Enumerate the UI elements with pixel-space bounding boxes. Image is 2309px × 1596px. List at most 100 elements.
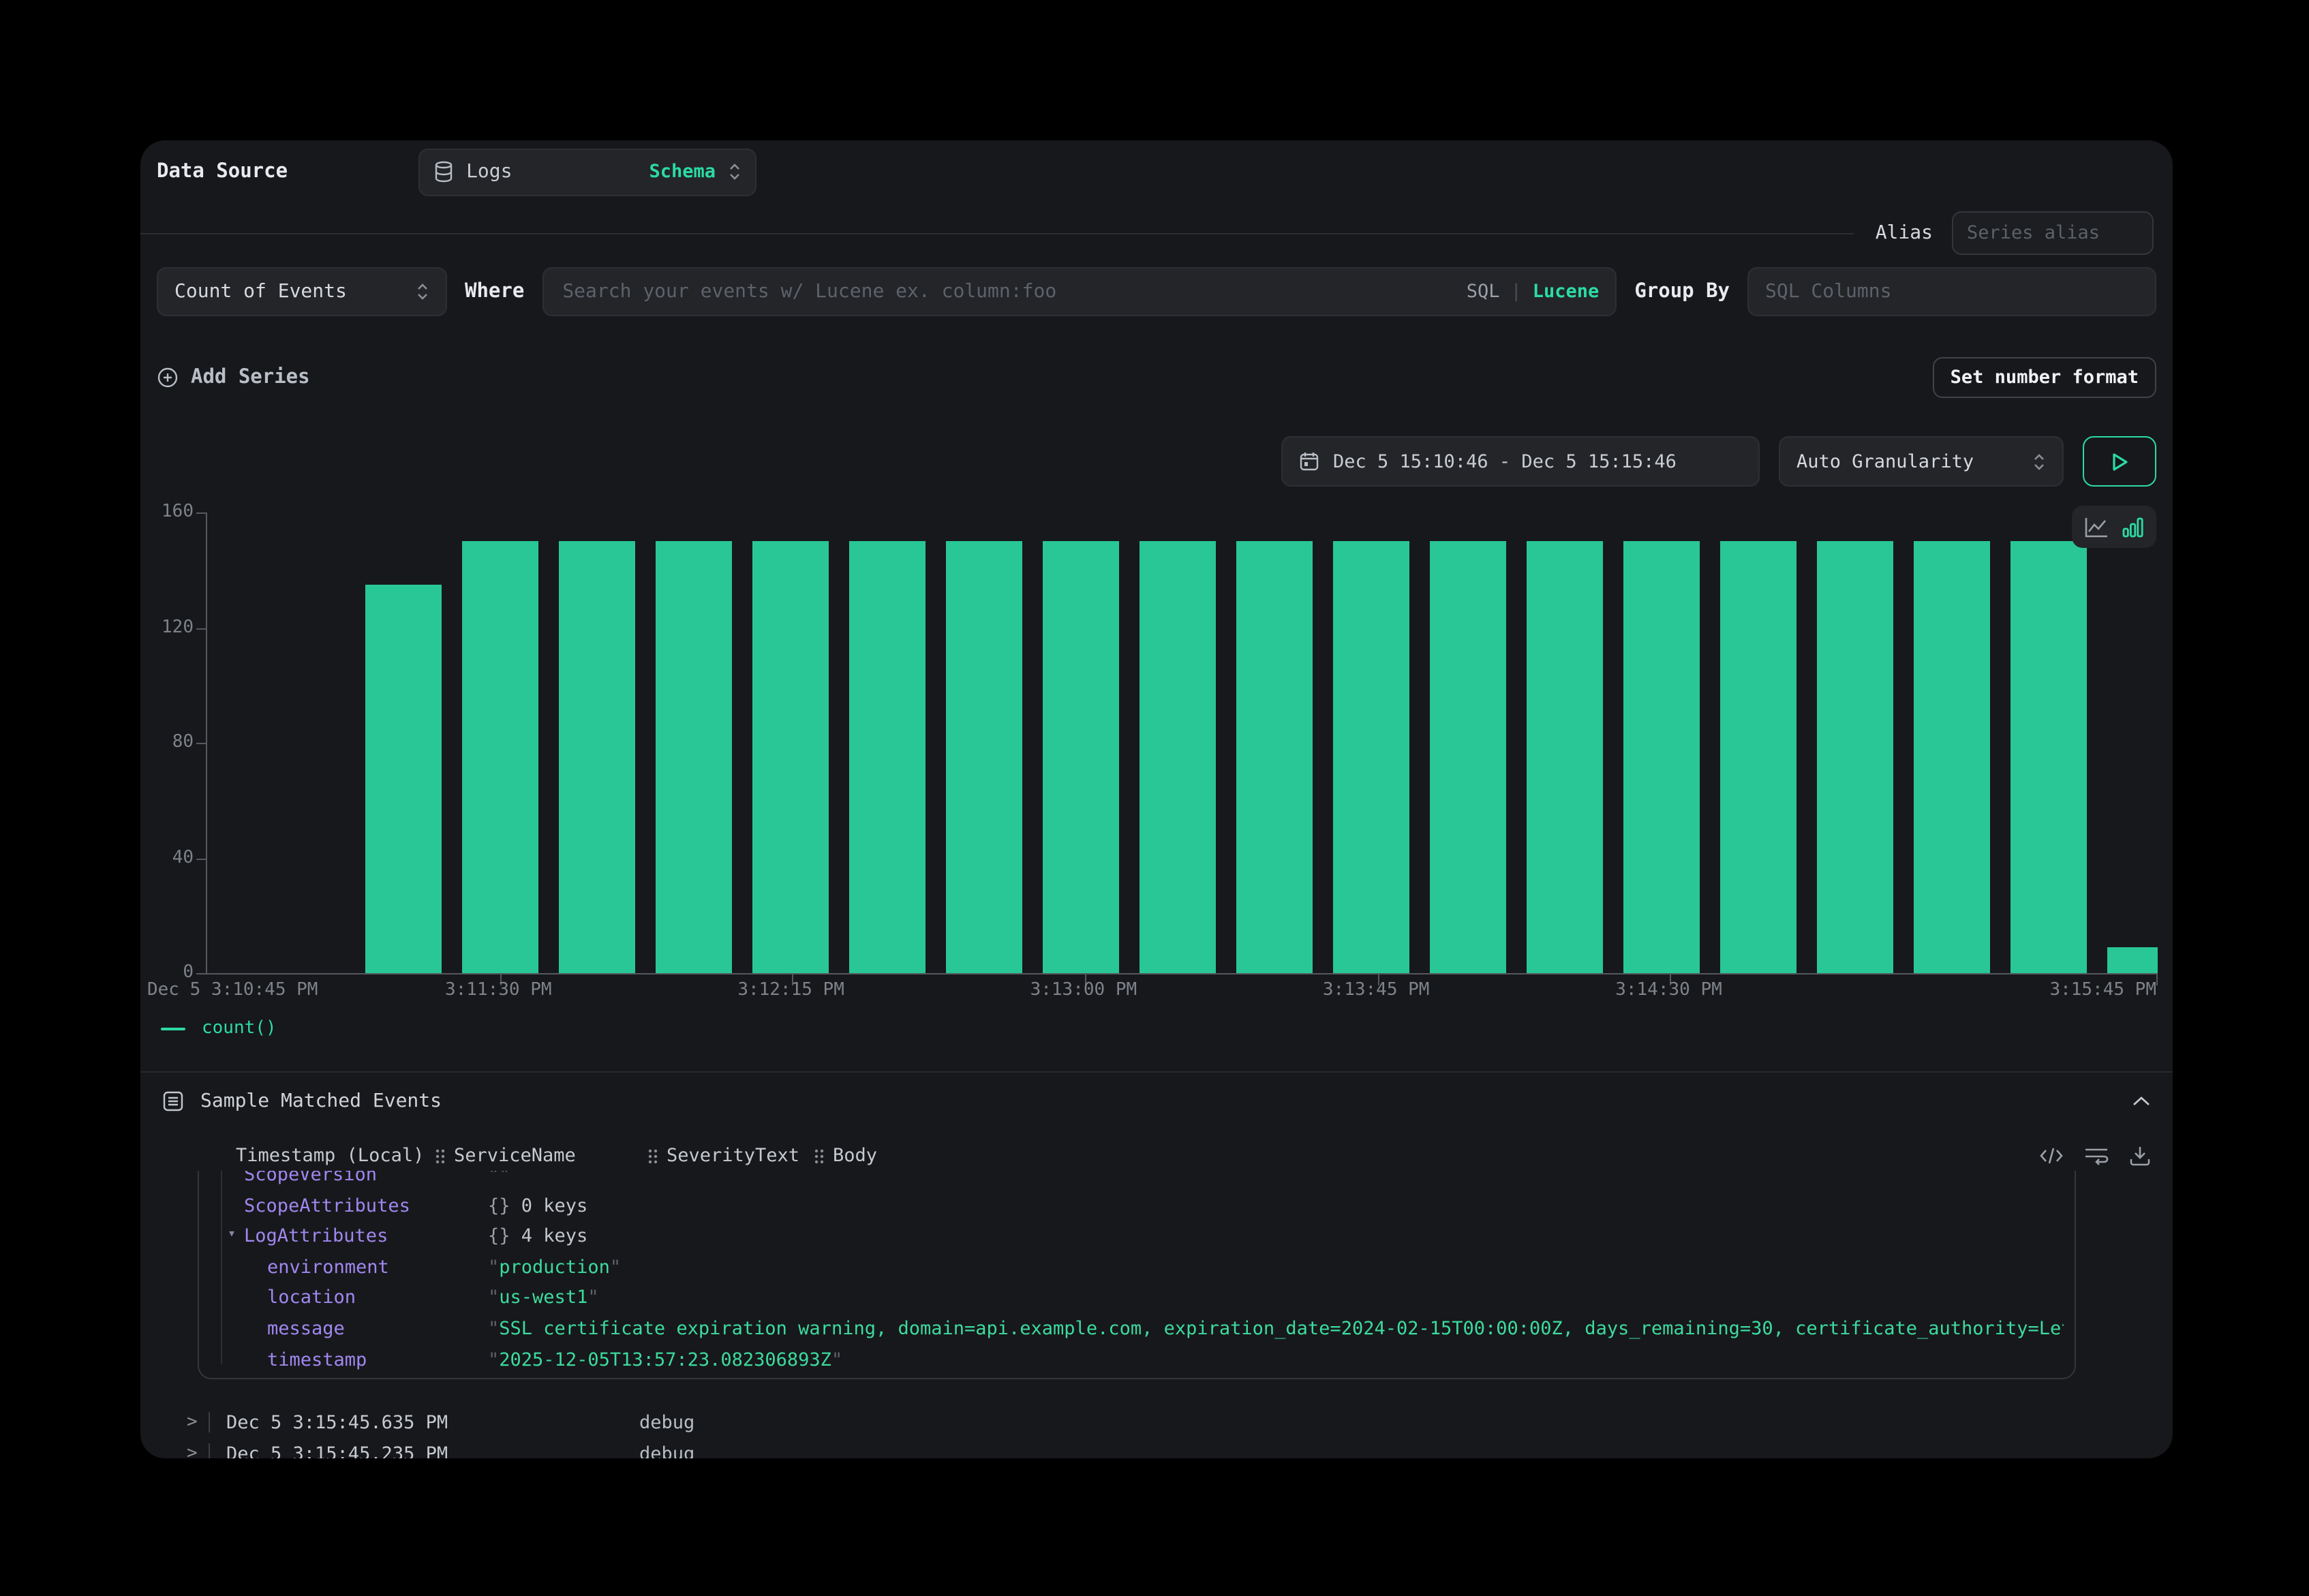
log-attribute-row[interactable]: ScopeAttributes{} 0 keys [199, 1191, 2075, 1221]
run-query-button[interactable] [2083, 436, 2156, 487]
chevron-updown-icon [416, 282, 429, 301]
chart-bar [1527, 541, 1603, 973]
y-axis-tick-label: 80 [142, 732, 194, 752]
sql-language-toggle[interactable]: SQL [1467, 281, 1500, 303]
attribute-key: timestamp [267, 1349, 367, 1370]
chart-bar [1140, 541, 1216, 973]
event-row[interactable]: >Dec 5 3:15:45.635 PMdebug [187, 1407, 2151, 1438]
y-axis-tick-label: 160 [142, 502, 194, 522]
attribute-value: 2025-12-05T13:57:23.082306893Z [488, 1349, 2064, 1370]
log-attribute-row[interactable]: ▾LogAttributes{} 4 keys [199, 1221, 2075, 1252]
language-toggle-separator: | [1510, 281, 1521, 303]
drag-handle-icon[interactable] [814, 1147, 825, 1165]
bar-chart: 04080120160 [206, 512, 2158, 975]
where-label: Where [465, 281, 524, 303]
column-header-timestamp[interactable]: Timestamp (Local) [236, 1145, 435, 1167]
search-input-wrap: SQL | Lucene [542, 267, 1617, 316]
query-row: Count of Events Where SQL | Lucene Group… [157, 267, 2156, 316]
group-by-label: Group By [1634, 281, 1730, 303]
text-wrap-icon[interactable] [2084, 1146, 2109, 1165]
group-by-input[interactable] [1747, 267, 2156, 316]
attribute-key-count: 4 keys [521, 1225, 588, 1247]
x-axis-tick-label: 3:14:30 PM [1615, 980, 1722, 1000]
x-axis-tick-label: 3:15:45 PM [2049, 980, 2156, 1000]
y-axis-tick-label: 120 [142, 617, 194, 637]
attribute-value [488, 1171, 2064, 1186]
chart-bar [946, 541, 1022, 973]
chart-bars [207, 512, 2158, 973]
attribute-value: {} 0 keys [488, 1195, 2064, 1216]
chevron-right-icon: > [187, 1443, 209, 1458]
set-number-format-button[interactable]: Set number format [1933, 357, 2156, 398]
plus-circle-icon [157, 367, 179, 388]
data-source-label: Data Source [157, 161, 288, 183]
chevron-updown-icon [728, 162, 741, 181]
chart-bar [559, 541, 635, 973]
chart-bar [2107, 947, 2158, 973]
event-timestamp: Dec 5 3:15:45.635 PM [226, 1411, 639, 1433]
log-attribute-row[interactable]: messageSSL certificate expiration warnin… [199, 1314, 2075, 1345]
event-row[interactable]: > Dec 5 3:15:45.235 PMdebug [187, 1438, 2151, 1458]
granularity-select[interactable]: Auto Granularity [1779, 436, 2064, 487]
database-icon [433, 161, 454, 183]
column-header-servicename[interactable]: ServiceName [435, 1145, 647, 1167]
alias-row: Alias [140, 211, 2154, 255]
chart-bar [1720, 541, 1796, 973]
attribute-key-count: 0 keys [521, 1195, 588, 1216]
chart-legend: count() [161, 1018, 277, 1039]
download-icon[interactable] [2129, 1145, 2151, 1167]
chart-bar [2010, 541, 2087, 973]
aggregation-select[interactable]: Count of Events [157, 267, 447, 316]
events-table-rows: >Dec 5 3:15:45.635 PMdebug>Dec 5 3:15:45… [187, 1407, 2151, 1458]
log-attribute-row[interactable]: location us-west1 [199, 1283, 2075, 1314]
event-severity: debug [639, 1443, 694, 1458]
events-section-header: Sample Matched Events [162, 1086, 2151, 1116]
add-series-label: Add Series [191, 367, 310, 388]
attribute-value: SSL certificate expiration warning, doma… [488, 1318, 2064, 1340]
view-code-icon[interactable] [2039, 1146, 2064, 1165]
attribute-string-value: us-west1 [488, 1287, 599, 1309]
chart-bar [1043, 541, 1119, 973]
log-attribute-row[interactable]: timestamp 2025-12-05T13:57:23.082306893Z [199, 1345, 2075, 1375]
divider-line [140, 232, 1854, 234]
chart-type-toggle [2072, 506, 2156, 548]
y-axis-tick [196, 628, 206, 629]
braces-icon: {} [488, 1195, 521, 1216]
drag-handle-icon[interactable] [647, 1147, 658, 1165]
attribute-key: location [267, 1287, 356, 1309]
column-header-severitytext[interactable]: SeverityText [647, 1145, 814, 1167]
braces-icon: {} [488, 1225, 521, 1247]
chart-bar [1914, 541, 1990, 973]
time-range-picker[interactable]: Dec 5 15:10:46 - Dec 5 15:15:46 [1281, 436, 1760, 487]
log-attribute-row[interactable]: ScopeVersion [199, 1171, 2075, 1191]
event-timestamp: Dec 5 3:15:45.235 PM [226, 1443, 639, 1458]
bar-chart-icon[interactable] [2122, 516, 2144, 538]
events-table-header: Timestamp (Local) ServiceName [236, 1141, 2151, 1171]
attribute-string-value: production [488, 1257, 621, 1278]
aggregation-value: Count of Events [174, 281, 347, 303]
search-input[interactable] [560, 279, 1455, 304]
attribute-value: production [488, 1257, 2064, 1278]
lucene-language-toggle[interactable]: Lucene [1533, 281, 1600, 303]
log-attribute-row[interactable]: environmentproduction [199, 1253, 2075, 1283]
chart-bar [1430, 541, 1506, 973]
chart-bar [656, 541, 732, 973]
attribute-string-value: 2025-12-05T13:57:23.082306893Z [488, 1349, 842, 1370]
collapse-section-icon[interactable] [2132, 1096, 2151, 1107]
app-root: Data Source Logs Schema [0, 0, 2309, 1596]
granularity-value: Auto Granularity [1796, 450, 1974, 472]
drag-handle-icon[interactable] [435, 1147, 446, 1165]
expanded-event-panel: ScopeVersionScopeAttributes{} 0 keys▾Log… [198, 1171, 2076, 1379]
series-alias-input[interactable] [1952, 211, 2154, 255]
column-header-body[interactable]: Body [814, 1145, 2039, 1167]
add-series-button[interactable]: Add Series [157, 367, 310, 388]
event-severity: debug [639, 1411, 694, 1433]
schema-link[interactable]: Schema [649, 161, 716, 183]
attribute-string-value: SSL certificate expiration warning, doma… [488, 1318, 2064, 1340]
x-axis-tick-label: 3:12:15 PM [737, 980, 844, 1000]
series-actions-row: Add Series Set number format [157, 356, 2156, 399]
alias-label: Alias [1876, 222, 1933, 244]
data-source-select[interactable]: Logs Schema [418, 148, 756, 196]
line-chart-icon[interactable] [2084, 516, 2109, 538]
x-axis-tick-label: 3:13:00 PM [1030, 980, 1137, 1000]
